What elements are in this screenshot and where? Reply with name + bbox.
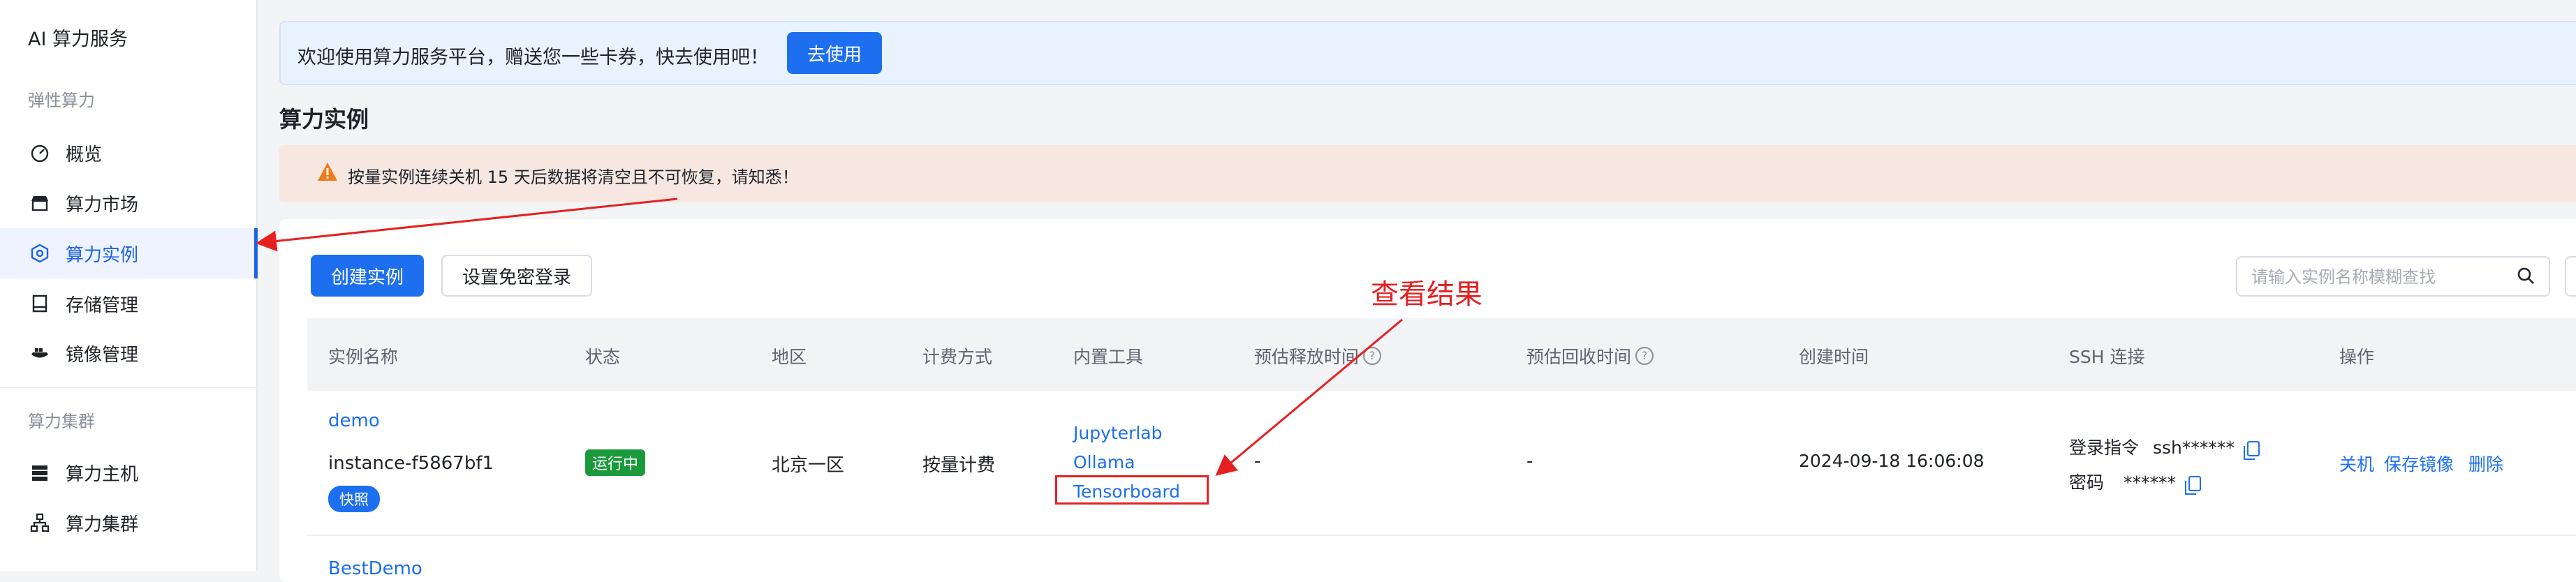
arrow-to-tensorboard (1215, 318, 1403, 476)
arrow-to-instances-menu (256, 197, 678, 252)
annotation-arrows (256, 197, 1403, 476)
